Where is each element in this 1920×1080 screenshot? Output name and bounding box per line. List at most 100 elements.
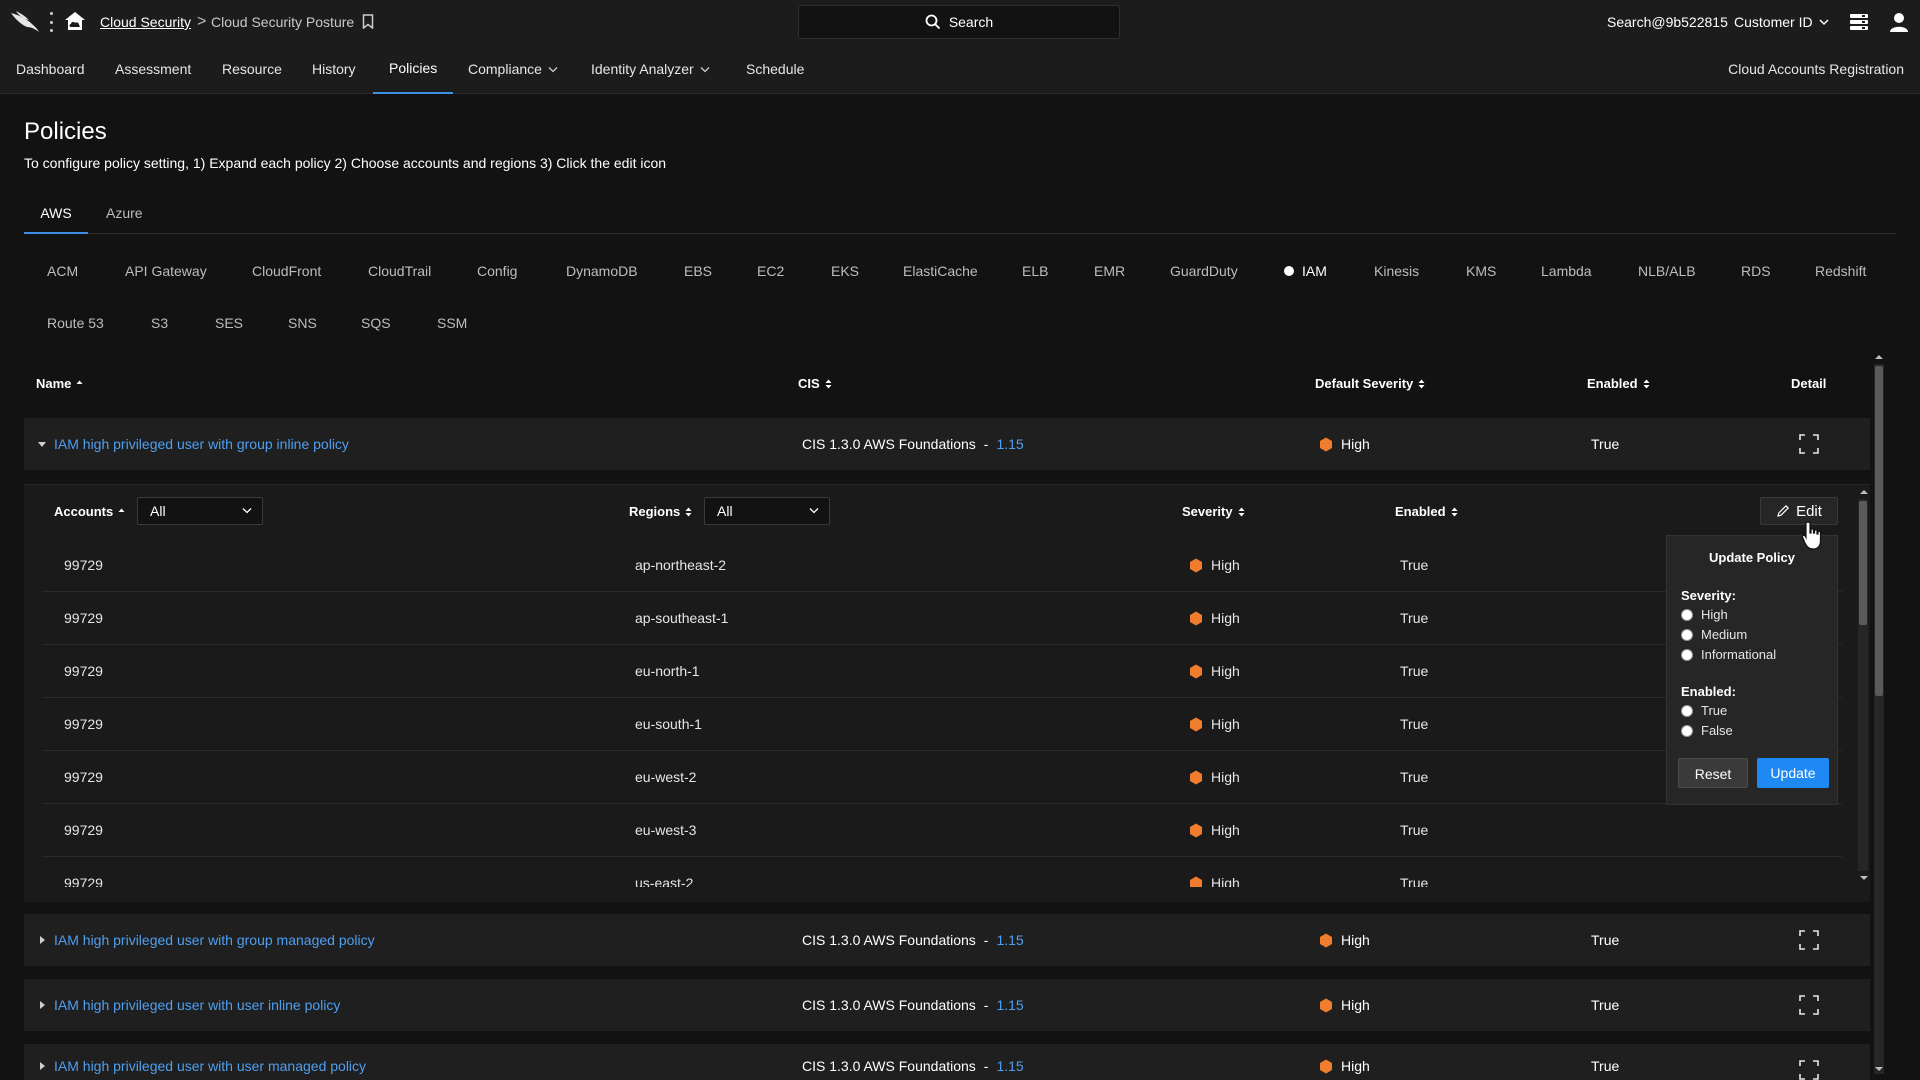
expand-detail-icon[interactable] (1799, 434, 1819, 454)
service-acm[interactable]: ACM (47, 261, 78, 281)
policy-name-cell[interactable]: IAM high privileged user with user inlin… (38, 979, 340, 1031)
service-kinesis[interactable]: Kinesis (1374, 261, 1419, 281)
column-regions[interactable]: Regions (629, 497, 692, 527)
policy-name[interactable]: IAM high privileged user with group inli… (54, 418, 349, 470)
service-s3[interactable]: S3 (151, 313, 168, 333)
expand-detail-icon[interactable] (1799, 930, 1819, 950)
scrollbar-thumb[interactable] (1875, 366, 1883, 696)
service-api-gateway[interactable]: API Gateway (125, 261, 207, 281)
scroll-down-icon[interactable] (1860, 875, 1868, 881)
service-lambda[interactable]: Lambda (1541, 261, 1592, 281)
policy-detail-cell[interactable] (1799, 418, 1819, 470)
caret-down-icon[interactable] (38, 440, 46, 448)
service-sqs[interactable]: SQS (361, 313, 391, 333)
user-email[interactable]: Search@9b522815 (1607, 0, 1728, 44)
accounts-scrollbar[interactable] (1856, 485, 1868, 885)
service-nlb-alb[interactable]: NLB/ALB (1638, 261, 1696, 281)
expand-detail-icon[interactable] (1799, 1060, 1819, 1080)
scroll-up-icon[interactable] (1860, 489, 1868, 495)
edit-button[interactable]: Edit (1760, 497, 1838, 525)
column-enabled[interactable]: Enabled (1395, 497, 1458, 527)
scrollbar-thumb[interactable] (1859, 501, 1867, 625)
policy-name-cell[interactable]: IAM high privileged user with user manag… (38, 1044, 366, 1080)
customer-id-dropdown[interactable]: Customer ID (1734, 0, 1829, 44)
cloud-home-icon[interactable] (63, 10, 87, 32)
table-row[interactable]: 99729 ap-northeast-2 High True (42, 539, 1842, 592)
nav-policies[interactable]: Policies (373, 44, 454, 94)
table-row[interactable]: 99729 eu-north-1 High True (42, 645, 1842, 698)
service-ses[interactable]: SES (215, 313, 243, 333)
radio-circle-icon[interactable] (1681, 648, 1693, 661)
table-row[interactable]: 99729 eu-south-1 High True (42, 698, 1842, 751)
cis-reference-link[interactable]: 1.15 (996, 418, 1023, 470)
severity-option-medium[interactable]: Medium (1681, 627, 1747, 642)
service-rds[interactable]: RDS (1741, 261, 1771, 281)
service-iam[interactable]: IAM (1284, 261, 1327, 281)
policy-name[interactable]: IAM high privileged user with user manag… (54, 1052, 366, 1080)
radio-circle-icon[interactable] (1681, 704, 1693, 717)
accounts-filter-select[interactable]: All (137, 497, 263, 525)
tab-aws[interactable]: AWS (24, 198, 88, 234)
nav-assessment[interactable]: Assessment (115, 44, 191, 94)
service-config[interactable]: Config (477, 261, 517, 281)
bookmark-icon[interactable] (362, 14, 374, 29)
cis-reference-link[interactable]: 1.15 (996, 914, 1023, 966)
service-sns[interactable]: SNS (288, 313, 317, 333)
service-cloudfront[interactable]: CloudFront (252, 261, 321, 281)
nav-schedule[interactable]: Schedule (746, 44, 804, 94)
nav-dashboard[interactable]: Dashboard (16, 44, 85, 94)
falcon-logo-icon[interactable] (10, 10, 40, 34)
user-profile-icon[interactable] (1888, 11, 1910, 33)
policy-name[interactable]: IAM high privileged user with user inlin… (54, 979, 340, 1031)
policy-row[interactable]: IAM high privileged user with user inlin… (24, 979, 1870, 1031)
policy-detail-cell[interactable] (1799, 979, 1819, 1031)
page-scrollbar[interactable] (1870, 350, 1888, 1080)
cis-reference-link[interactable]: 1.15 (996, 1052, 1023, 1080)
column-enabled[interactable]: Enabled (1587, 366, 1650, 402)
service-ec2[interactable]: EC2 (757, 261, 784, 281)
table-row[interactable]: 99729 eu-west-3 High True (42, 804, 1842, 857)
column-name[interactable]: Name (36, 366, 83, 402)
policy-name-cell[interactable]: IAM high privileged user with group inli… (38, 418, 349, 470)
policy-row[interactable]: IAM high privileged user with group inli… (24, 418, 1870, 470)
breadcrumb-cloud-security[interactable]: Cloud Security (100, 0, 191, 44)
table-row[interactable]: 99729 ap-southeast-1 High True (42, 592, 1842, 645)
expand-detail-icon[interactable] (1799, 995, 1819, 1015)
caret-right-icon[interactable] (38, 1062, 46, 1070)
table-row[interactable]: 99729 eu-west-2 High True (42, 751, 1842, 804)
service-emr[interactable]: EMR (1094, 261, 1125, 281)
radio-circle-icon[interactable] (1681, 628, 1693, 641)
service-elb[interactable]: ELB (1022, 261, 1048, 281)
enabled-option-true[interactable]: True (1681, 703, 1727, 718)
reset-button[interactable]: Reset (1678, 758, 1748, 788)
kebab-menu-icon[interactable] (48, 12, 54, 32)
policy-row[interactable]: IAM high privileged user with user manag… (24, 1044, 1870, 1080)
service-cloudtrail[interactable]: CloudTrail (368, 261, 431, 281)
scroll-down-icon[interactable] (1875, 1066, 1883, 1072)
caret-right-icon[interactable] (38, 936, 46, 944)
service-dynamodb[interactable]: DynamoDB (566, 261, 638, 281)
tab-azure[interactable]: Azure (106, 198, 143, 234)
column-default-severity[interactable]: Default Severity (1315, 366, 1425, 402)
policy-detail-cell[interactable] (1799, 914, 1819, 966)
nav-resource[interactable]: Resource (222, 44, 282, 94)
nav-history[interactable]: History (312, 44, 356, 94)
severity-option-high[interactable]: High (1681, 607, 1728, 622)
policy-detail-cell[interactable] (1799, 1044, 1819, 1080)
column-accounts[interactable]: Accounts (54, 497, 125, 527)
scroll-up-icon[interactable] (1875, 354, 1883, 360)
service-elasticache[interactable]: ElastiCache (903, 261, 978, 281)
update-button[interactable]: Update (1757, 758, 1829, 788)
caret-right-icon[interactable] (38, 1001, 46, 1009)
service-redshift[interactable]: Redshift (1815, 261, 1866, 281)
table-row[interactable]: 99729 us-east-2 High True (42, 857, 1842, 887)
regions-filter-select[interactable]: All (704, 497, 830, 525)
service-ssm[interactable]: SSM (437, 313, 467, 333)
nav-compliance[interactable]: Compliance (468, 44, 558, 94)
service-ebs[interactable]: EBS (684, 261, 712, 281)
policy-name[interactable]: IAM high privileged user with group mana… (54, 914, 375, 966)
severity-option-informational[interactable]: Informational (1681, 647, 1776, 662)
policy-row[interactable]: IAM high privileged user with group mana… (24, 914, 1870, 966)
radio-circle-icon[interactable] (1681, 608, 1693, 621)
service-guardduty[interactable]: GuardDuty (1170, 261, 1238, 281)
